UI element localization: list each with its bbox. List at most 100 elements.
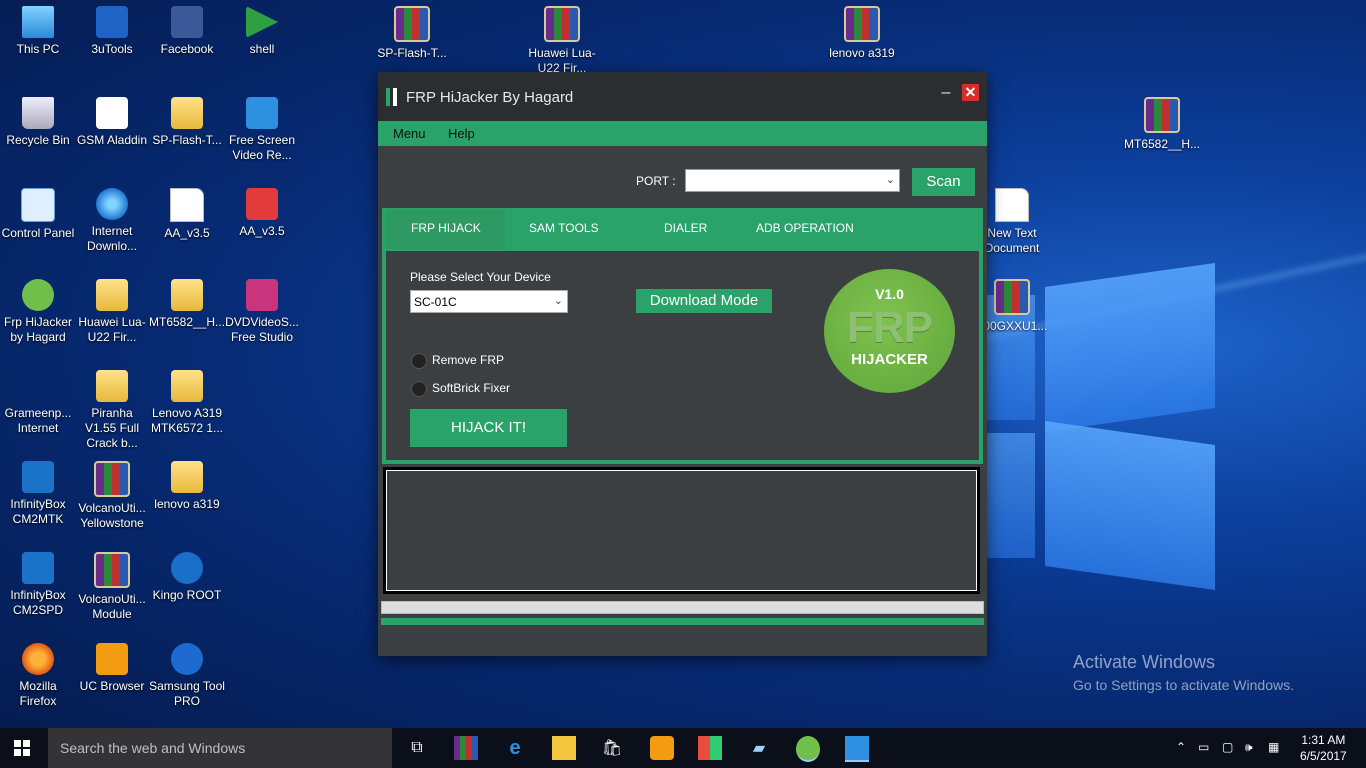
- desktop-icon-27[interactable]: Samsung Tool PRO: [149, 643, 225, 709]
- clock[interactable]: 1:31 AM 6/5/2017: [1300, 732, 1347, 764]
- desktop-icon-label: lenovo a319: [154, 497, 220, 511]
- tab-frp-hijack[interactable]: FRP HIJACK: [411, 221, 481, 235]
- desktop-icon-7[interactable]: Free Screen Video Re...: [224, 97, 300, 163]
- remove-frp-label: Remove FRP: [432, 353, 505, 367]
- desktop-icon-label: UC Browser: [79, 679, 145, 693]
- desktop-icon-12[interactable]: Frp HiJacker by Hagard: [0, 279, 76, 345]
- device-select[interactable]: SC-01C ⌄: [410, 290, 568, 313]
- desktop-icon-22[interactable]: InfinityBox CM2SPD: [0, 552, 76, 618]
- activate-title: Activate Windows: [1073, 652, 1216, 672]
- tab-dialer[interactable]: DIALER: [664, 221, 707, 235]
- desktop-icon-extra-1[interactable]: Huawei Lua-U22 Fir...: [524, 6, 600, 76]
- desktop-icon-5[interactable]: GSM Aladdin: [74, 97, 150, 148]
- desktop-icon-label: InfinityBox CM2MTK: [10, 497, 66, 526]
- desktop-icon-label: Samsung Tool PRO: [149, 679, 225, 708]
- menu-item-help[interactable]: Help: [448, 126, 475, 141]
- scan-button[interactable]: Scan: [912, 168, 975, 196]
- search-box[interactable]: Search the web and Windows: [48, 728, 392, 768]
- frp-hijacker-icon: [22, 279, 54, 311]
- 3utools-icon: [96, 6, 128, 38]
- winrar-icon: [544, 6, 580, 42]
- activate-windows-watermark: Activate Windows Go to Settings to activ…: [1073, 652, 1294, 693]
- desktop-icon-16[interactable]: Grameenp... Internet: [0, 370, 76, 436]
- desktop-icon-15[interactable]: DVDVideoS... Free Studio: [224, 279, 300, 345]
- desktop-icon-extra-0[interactable]: SP-Flash-T...: [374, 6, 450, 61]
- desktop-icon-9[interactable]: Internet Downlo...: [74, 188, 150, 254]
- desktop-icon-24[interactable]: Kingo ROOT: [149, 552, 225, 603]
- desktop-icon-17[interactable]: Piranha V1.55 Full Crack b...: [74, 370, 150, 451]
- edge-icon[interactable]: e: [503, 736, 527, 760]
- keyboard-icon[interactable]: ▦: [1268, 740, 1279, 754]
- store-icon[interactable]: 🛍: [600, 736, 624, 760]
- desktop-icon-25[interactable]: Mozilla Firefox: [0, 643, 76, 709]
- download-mode-button[interactable]: Download Mode: [636, 289, 772, 313]
- frp-hijacker-taskbar-icon[interactable]: [796, 736, 820, 762]
- desktop-icon-label: Grameenp... Internet: [4, 406, 72, 435]
- volume-icon[interactable]: 🕪: [1245, 740, 1253, 755]
- winrar-icon: [94, 552, 130, 588]
- desktop-icon-1[interactable]: 3uTools: [74, 6, 150, 57]
- desktop-icon-label: Recycle Bin: [6, 133, 70, 147]
- internet-download-icon: [96, 188, 128, 220]
- remove-frp-radio[interactable]: [411, 353, 427, 369]
- start-button[interactable]: [14, 740, 31, 756]
- frp-hijacker-window: FRP HiJacker By Hagard – ✕ Menu Help POR…: [378, 72, 987, 656]
- desktop-icon-label: Mozilla Firefox: [19, 679, 57, 708]
- task-view-icon[interactable]: ⧉: [405, 736, 429, 760]
- notepad-icon[interactable]: ▰: [747, 736, 771, 760]
- winrar-taskbar-icon[interactable]: [454, 736, 478, 760]
- title-bar[interactable]: FRP HiJacker By Hagard – ✕: [378, 72, 987, 121]
- desktop-icon-label: Lenovo A319 MTK6572 1...: [150, 406, 224, 435]
- menu-item-menu[interactable]: Menu: [393, 126, 426, 141]
- port-select[interactable]: ⌄: [685, 169, 900, 192]
- tab-adb-operation[interactable]: ADB OPERATION: [756, 221, 854, 235]
- desktop-icon-20[interactable]: VolcanoUti... Yellowstone: [74, 461, 150, 531]
- desktop-icon-21[interactable]: lenovo a319: [149, 461, 225, 512]
- desktop-icon-label: Huawei Lua-U22 Fir...: [78, 315, 146, 344]
- message-icon[interactable]: ▢: [1222, 740, 1233, 754]
- chevron-up-icon[interactable]: ⌃: [1176, 740, 1186, 754]
- desktop-icon-23[interactable]: VolcanoUti... Module: [74, 552, 150, 622]
- logo-version: V1.0: [875, 286, 904, 302]
- desktop-icon-label: VolcanoUti... Yellowstone: [78, 501, 146, 530]
- desktop-icon-11[interactable]: AA_v3.5: [224, 188, 300, 239]
- file-explorer-icon[interactable]: [552, 736, 576, 760]
- recycle-bin-icon: [22, 97, 54, 129]
- desktop-icon-label: SP-Flash-T...: [152, 133, 222, 147]
- hijack-it-button[interactable]: HIJACK IT!: [410, 409, 567, 447]
- clock-time: 1:31 AM: [1301, 733, 1346, 747]
- desktop-icon-10[interactable]: AA_v3.5: [149, 188, 225, 241]
- desktop-icon-19[interactable]: InfinityBox CM2MTK: [0, 461, 76, 527]
- dvd-studio-icon: [246, 279, 278, 311]
- winrar-icon: [844, 6, 880, 42]
- desktop-icon-label: DVDVideoS... Free Studio: [225, 315, 299, 344]
- close-button[interactable]: ✕: [962, 84, 979, 101]
- uc-browser-taskbar-icon[interactable]: [650, 736, 674, 760]
- screen-recorder-taskbar-icon[interactable]: [845, 736, 869, 762]
- desktop-icon-3[interactable]: shell: [224, 6, 300, 57]
- desktop-icon-4[interactable]: Recycle Bin: [0, 97, 76, 148]
- desktop-icon-0[interactable]: This PC: [0, 6, 76, 57]
- pc-icon: [22, 6, 54, 38]
- tab-sam-tools[interactable]: SAM TOOLS: [529, 221, 599, 235]
- desktop-icon-8[interactable]: Control Panel: [0, 188, 76, 241]
- chevron-down-icon: ⌄: [553, 295, 563, 307]
- office-icon[interactable]: [698, 736, 722, 760]
- desktop-icon-26[interactable]: UC Browser: [74, 643, 150, 694]
- gsm-aladdin-icon: [96, 97, 128, 129]
- desktop-icon-extra-2[interactable]: lenovo a319: [824, 6, 900, 61]
- desktop-icon-2[interactable]: Facebook: [149, 6, 225, 57]
- network-icon[interactable]: ▭: [1198, 740, 1209, 754]
- winrar-icon: [394, 6, 430, 42]
- firefox-icon: [22, 643, 54, 675]
- minimize-button[interactable]: –: [939, 84, 953, 102]
- winrar-icon: [994, 279, 1030, 315]
- desktop-icon-14[interactable]: MT6582__H...: [149, 279, 225, 330]
- desktop-icon-18[interactable]: Lenovo A319 MTK6572 1...: [149, 370, 225, 436]
- desktop-icon-label: Free Screen Video Re...: [228, 133, 296, 162]
- desktop-icon-extra-3[interactable]: MT6582__H...: [1124, 97, 1200, 152]
- desktop-icon-13[interactable]: Huawei Lua-U22 Fir...: [74, 279, 150, 345]
- log-output[interactable]: [383, 467, 980, 594]
- desktop-icon-6[interactable]: SP-Flash-T...: [149, 97, 225, 148]
- softbrick-fixer-radio[interactable]: [411, 381, 427, 397]
